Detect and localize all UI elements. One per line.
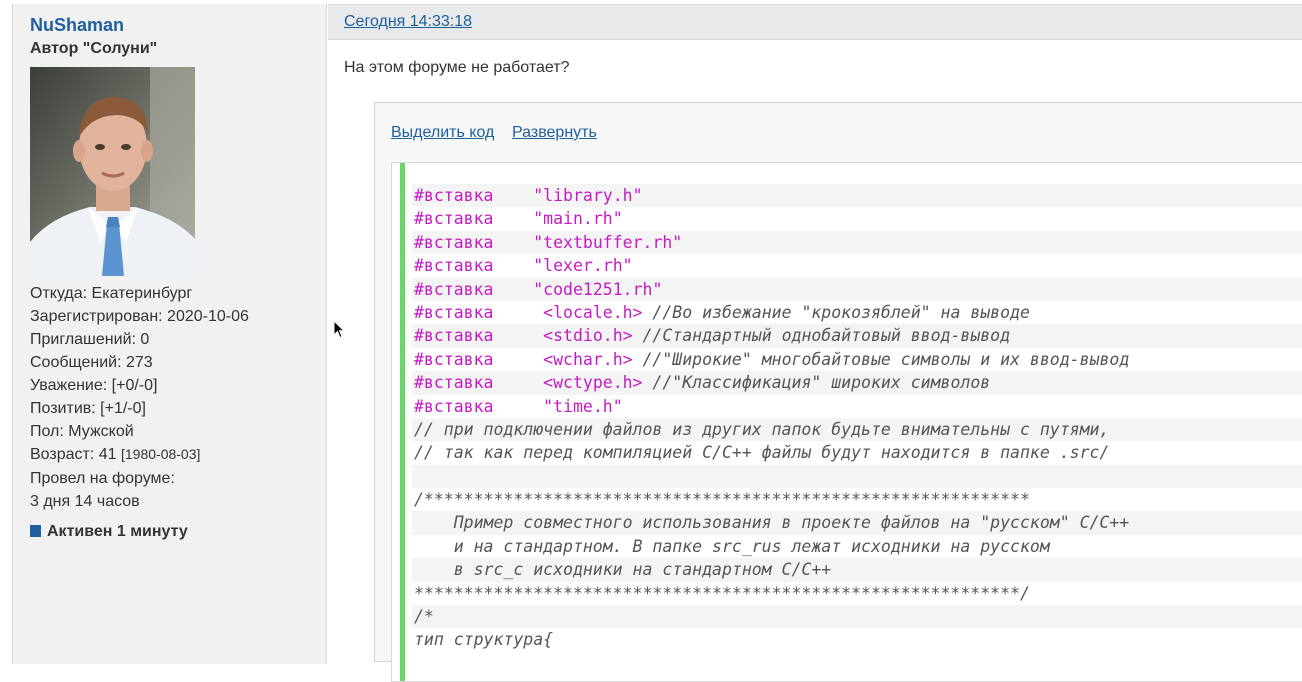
info-age: Возраст: 41 [1980-08-03] xyxy=(30,446,201,463)
code-line: #вставка "code1251.rh" xyxy=(412,277,1302,301)
info-time-on-forum-value: 3 дня 14 часов xyxy=(30,493,140,510)
user-sidebar: NuShaman Автор "Солуни" Откуда: Екатерин… xyxy=(12,4,327,664)
post-header: Сегодня 14:33:18 xyxy=(328,4,1302,40)
code-line: тип структура{ xyxy=(414,630,554,650)
code-line: #вставка <stdio.h> //Стандартный однобай… xyxy=(412,324,1302,348)
code-line: #вставка <locale.h> //Во избежание "крок… xyxy=(414,302,1030,322)
avatar-image xyxy=(30,67,195,276)
code-line xyxy=(412,464,1302,489)
code-line: и на стандартном. В папке src_rus лежат … xyxy=(414,536,1050,556)
info-respect: Уважение: [+0/-0] xyxy=(30,377,158,394)
code-line: #вставка "textbuffer.rh" xyxy=(412,230,1302,255)
info-location: Откуда: Екатеринбург xyxy=(30,285,193,302)
code-line: // при подключении файлов из других папо… xyxy=(412,417,1302,442)
code-line: #вставка <wctype.h> //"Классификация" ши… xyxy=(412,371,1302,395)
info-invites: Приглашений: 0 xyxy=(30,331,150,348)
code-line: /* xyxy=(412,605,1302,629)
info-registered: Зарегистрирован: 2020-10-06 xyxy=(30,308,249,325)
code-line: #вставка "main.rh" xyxy=(414,209,623,229)
code-block: Выделить код Развернуть #вставка "librar… xyxy=(374,102,1302,682)
code-lines: #вставка "library.h" #вставка "main.rh" #в… xyxy=(412,184,1302,652)
user-title: Автор "Солуни" xyxy=(30,40,158,57)
info-gender: Пол: Мужской xyxy=(30,423,134,440)
code-line: // так как перед компиляцией С/С++ файлы… xyxy=(414,443,1110,463)
code-line: Пример совместного использования в проек… xyxy=(412,511,1302,535)
username-link[interactable]: NuShaman xyxy=(30,15,124,36)
info-time-on-forum-label: Провел на форуме: xyxy=(30,470,175,487)
code-line: #вставка <wchar.h> //"Широкие" многобайт… xyxy=(414,349,1130,369)
select-code-link[interactable]: Выделить код xyxy=(391,124,494,142)
code-content[interactable]: #вставка "library.h" #вставка "main.rh" #в… xyxy=(391,162,1302,682)
post-text: На этом форуме не работает? xyxy=(344,59,570,76)
status-square-icon xyxy=(30,525,41,537)
code-line: ****************************************… xyxy=(414,583,1030,603)
info-positive: Позитив: [+1/-0] xyxy=(30,400,146,417)
code-line: /***************************************… xyxy=(414,490,1030,510)
expand-code-link[interactable]: Развернуть xyxy=(512,124,597,142)
code-accent-bar xyxy=(400,163,405,681)
mouse-cursor-icon xyxy=(333,320,345,339)
post-date-link[interactable]: Сегодня 14:33:18 xyxy=(344,13,472,31)
code-line: #вставка "lexer.rh" xyxy=(414,256,633,276)
code-line: #вставка "library.h" xyxy=(412,184,1302,208)
code-line: #вставка "time.h" xyxy=(414,396,623,416)
avatar[interactable] xyxy=(30,67,195,276)
online-status: Активен 1 минуту xyxy=(30,523,188,541)
info-messages: Сообщений: 273 xyxy=(30,354,153,371)
code-line: в src_c исходники на стандартном С/С++ xyxy=(412,558,1302,582)
